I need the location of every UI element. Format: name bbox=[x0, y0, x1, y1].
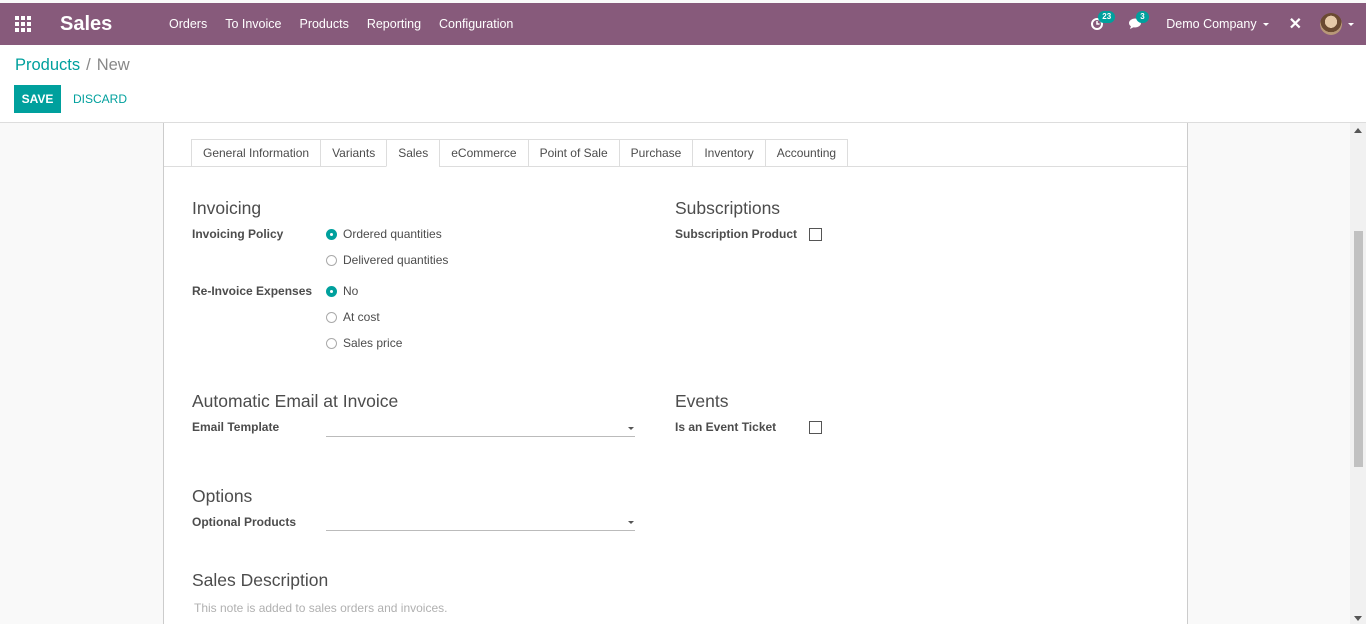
subscriptions-title: Subscriptions bbox=[675, 198, 781, 218]
scrollbar-thumb[interactable] bbox=[1354, 231, 1363, 467]
company-switcher[interactable]: Demo Company bbox=[1156, 3, 1278, 45]
menu-products[interactable]: Products bbox=[290, 17, 357, 31]
discard-button[interactable]: DISCARD bbox=[73, 85, 127, 113]
optional-products-label: Optional Products bbox=[192, 515, 297, 529]
scrollbar[interactable] bbox=[1350, 123, 1366, 624]
tab-purchase[interactable]: Purchase bbox=[618, 139, 693, 167]
tab-inventory[interactable]: Inventory bbox=[692, 139, 765, 167]
radio-delivered-quantities[interactable]: Delivered quantities bbox=[326, 253, 448, 267]
breadcrumb-separator: / bbox=[86, 56, 91, 74]
chevron-down-icon bbox=[628, 521, 634, 524]
invoicing-policy-label: Invoicing Policy bbox=[192, 227, 284, 241]
breadcrumb-products[interactable]: Products bbox=[15, 56, 80, 74]
radio-indicator bbox=[326, 285, 337, 297]
sales-description-field[interactable]: This note is added to sales orders and i… bbox=[194, 601, 447, 615]
activity-button[interactable]: 23 bbox=[1078, 3, 1116, 45]
messaging-button[interactable]: 3 bbox=[1116, 3, 1156, 45]
tab-point-of-sale[interactable]: Point of Sale bbox=[527, 139, 619, 167]
scroll-down-icon[interactable] bbox=[1354, 616, 1362, 621]
radio-label: Delivered quantities bbox=[343, 253, 449, 267]
radio-indicator bbox=[326, 228, 337, 240]
subscription-product-checkbox[interactable] bbox=[809, 228, 822, 241]
invoicing-title: Invoicing bbox=[192, 198, 262, 218]
radio-label: No bbox=[343, 284, 359, 298]
top-navbar: Sales Orders To Invoice Products Reporti… bbox=[0, 3, 1366, 45]
company-name: Demo Company bbox=[1166, 17, 1257, 31]
notebook-tabs: General Information Variants Sales eComm… bbox=[191, 139, 1187, 167]
app-name[interactable]: Sales bbox=[46, 13, 160, 36]
radio-indicator bbox=[326, 254, 337, 266]
tab-general-information[interactable]: General Information bbox=[191, 139, 321, 167]
radio-ordered-quantities[interactable]: Ordered quantities bbox=[326, 227, 442, 241]
chevron-down-icon bbox=[1348, 22, 1354, 26]
avatar bbox=[1320, 13, 1342, 35]
events-title: Events bbox=[675, 391, 729, 411]
event-ticket-label: Is an Event Ticket bbox=[675, 420, 777, 434]
tab-sales[interactable]: Sales bbox=[386, 139, 440, 167]
tab-variants[interactable]: Variants bbox=[320, 139, 387, 167]
radio-indicator bbox=[326, 311, 337, 323]
close-icon[interactable]: ✕ bbox=[1279, 14, 1312, 34]
radio-sales-price[interactable]: Sales price bbox=[326, 336, 402, 350]
menu-orders[interactable]: Orders bbox=[160, 17, 216, 31]
messaging-badge: 3 bbox=[1136, 11, 1149, 23]
event-ticket-checkbox[interactable] bbox=[809, 421, 822, 434]
radio-indicator bbox=[326, 337, 337, 349]
save-button[interactable]: SAVE bbox=[14, 85, 61, 113]
email-template-select[interactable] bbox=[326, 419, 635, 437]
activity-badge: 23 bbox=[1098, 11, 1116, 23]
radio-at-cost[interactable]: At cost bbox=[326, 310, 380, 324]
chevron-down-icon bbox=[628, 427, 634, 430]
chevron-down-icon bbox=[1262, 22, 1269, 26]
form-sheet: General Information Variants Sales eComm… bbox=[163, 123, 1188, 624]
systray: 23 3 Demo Company ✕ bbox=[1078, 3, 1366, 45]
reinvoice-expenses-label: Re-Invoice Expenses bbox=[192, 284, 313, 298]
email-template-label: Email Template bbox=[192, 420, 280, 434]
apps-menu-icon[interactable] bbox=[0, 3, 46, 45]
breadcrumb-current: New bbox=[96, 56, 130, 74]
user-menu[interactable] bbox=[1312, 3, 1366, 45]
breadcrumb: Products / New bbox=[15, 56, 130, 75]
menu-to-invoice[interactable]: To Invoice bbox=[216, 17, 290, 31]
optional-products-select[interactable] bbox=[326, 513, 635, 531]
tab-ecommerce[interactable]: eCommerce bbox=[439, 139, 528, 167]
radio-label: At cost bbox=[343, 310, 380, 324]
main-menu: Orders To Invoice Products Reporting Con… bbox=[160, 17, 522, 31]
options-title: Options bbox=[192, 486, 253, 506]
control-panel: Products / New SAVE DISCARD bbox=[0, 45, 1366, 123]
radio-label: Sales price bbox=[343, 336, 403, 350]
radio-no[interactable]: No bbox=[326, 284, 358, 298]
sales-description-title: Sales Description bbox=[192, 570, 329, 590]
scroll-up-icon[interactable] bbox=[1354, 128, 1362, 133]
radio-label: Ordered quantities bbox=[343, 227, 442, 241]
automatic-email-title: Automatic Email at Invoice bbox=[192, 391, 399, 411]
subscription-product-label: Subscription Product bbox=[675, 227, 798, 241]
tab-accounting[interactable]: Accounting bbox=[764, 139, 849, 167]
menu-reporting[interactable]: Reporting bbox=[358, 17, 430, 31]
menu-configuration[interactable]: Configuration bbox=[430, 17, 522, 31]
